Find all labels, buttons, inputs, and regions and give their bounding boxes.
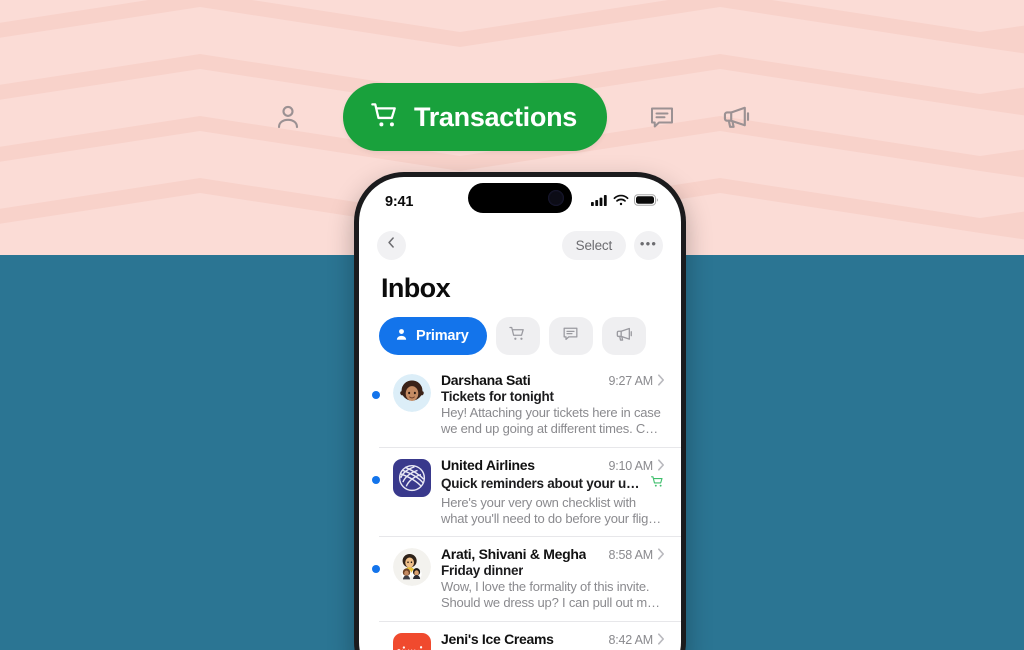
unread-indicator (372, 565, 380, 573)
email-sender: Jeni's Ice Creams (441, 630, 554, 647)
nav-right-group: Select ••• (561, 230, 663, 260)
wifi-icon (613, 193, 629, 211)
email-list: Darshana Sati 9:27 AM Tickets for tonigh… (359, 363, 681, 650)
chat-chip[interactable] (548, 317, 593, 355)
avatar (393, 458, 431, 497)
email-preview: Here's your very own checklist with what… (441, 494, 659, 526)
email-sender: Arati, Shivani & Megha (441, 546, 587, 562)
status-time: 9:41 (385, 194, 414, 210)
email-sender: Darshana Sati (441, 372, 531, 388)
email-subject: Tickets for tonight (441, 389, 554, 404)
transaction-badge (650, 474, 665, 494)
chat-icon (561, 324, 580, 348)
filter-row: Primary (359, 304, 681, 355)
table-row[interactable]: Arati, Shivani & Megha 8:58 AM Friday di… (372, 537, 681, 622)
table-row[interactable]: Jeni's Ice Creams 8:42 AM Your order is … (372, 622, 681, 650)
cart-icon (369, 99, 401, 136)
iphone-mockup: 9:41 Select ••• Inbox Primary Darshana S… (354, 172, 686, 650)
email-content: Arati, Shivani & Megha 8:58 AM Friday di… (441, 546, 665, 612)
cart-chip[interactable] (495, 317, 540, 355)
back-button[interactable] (377, 230, 406, 260)
email-meta: 8:42 AM (609, 633, 665, 647)
email-meta: 8:58 AM (609, 548, 665, 562)
megaphone-chip[interactable] (601, 317, 646, 355)
email-subject: Friday dinner (441, 563, 524, 578)
person-icon (394, 327, 409, 346)
cart-icon (508, 324, 527, 348)
chat-icon[interactable] (625, 83, 699, 151)
chevron-right-icon (657, 548, 665, 562)
transactions-label: Transactions (414, 101, 577, 132)
email-sender: United Airlines (441, 456, 535, 473)
dynamic-island (468, 183, 572, 213)
table-row[interactable]: Darshana Sati 9:27 AM Tickets for tonigh… (372, 363, 681, 448)
chevron-right-icon (657, 374, 665, 388)
page-root: Transactions 9:41 Select ••• Inbox Prima… (0, 0, 1024, 650)
email-time: 8:58 AM (608, 548, 654, 562)
transactions-pill[interactable]: Transactions (343, 83, 607, 151)
chevron-right-icon (657, 458, 665, 473)
unread-indicator (372, 391, 380, 399)
email-meta: 9:27 AM (609, 374, 665, 388)
table-row[interactable]: United Airlines 9:10 AM Quick reminders … (372, 448, 681, 537)
email-content: Jeni's Ice Creams 8:42 AM Your order is … (441, 631, 665, 650)
cellular-bars-icon (591, 193, 608, 211)
unread-indicator (372, 475, 380, 484)
filter-primary[interactable]: Primary (379, 317, 487, 355)
avatar (393, 548, 431, 586)
front-camera-icon (548, 190, 564, 206)
email-preview: Wow, I love the formality of this invite… (441, 579, 654, 611)
email-preview: Hey! Attaching your tickets here in case… (441, 405, 665, 437)
person-icon[interactable] (251, 83, 325, 151)
top-category-bar: Transactions (0, 82, 1024, 152)
email-content: Darshana Sati 9:27 AM Tickets for tonigh… (441, 372, 665, 438)
status-indicators (591, 193, 659, 211)
avatar (393, 632, 431, 650)
battery-icon (634, 193, 659, 211)
email-time: 9:27 AM (608, 374, 654, 388)
cart-icon (650, 474, 665, 494)
chevron-left-icon (385, 236, 398, 254)
select-button[interactable]: Select (561, 230, 626, 260)
chevron-right-icon (657, 632, 665, 647)
email-content: United Airlines 9:10 AM Quick reminders … (441, 457, 665, 528)
email-meta: 9:10 AM (609, 459, 665, 473)
megaphone-icon[interactable] (699, 83, 773, 151)
filter-primary-label: Primary (416, 328, 469, 344)
more-options-button[interactable]: ••• (634, 230, 663, 260)
email-time: 9:10 AM (608, 458, 654, 473)
megaphone-icon (614, 324, 634, 349)
nav-row: Select ••• (359, 221, 681, 263)
email-time: 8:42 AM (608, 632, 654, 647)
avatar (393, 374, 431, 412)
phone-screen: 9:41 Select ••• Inbox Primary Darshana S… (359, 177, 681, 650)
status-bar: 9:41 (359, 177, 681, 221)
ellipsis-icon: ••• (639, 236, 658, 251)
page-title: Inbox (381, 273, 451, 303)
email-subject: Quick reminders about your upcoming… (441, 476, 644, 491)
